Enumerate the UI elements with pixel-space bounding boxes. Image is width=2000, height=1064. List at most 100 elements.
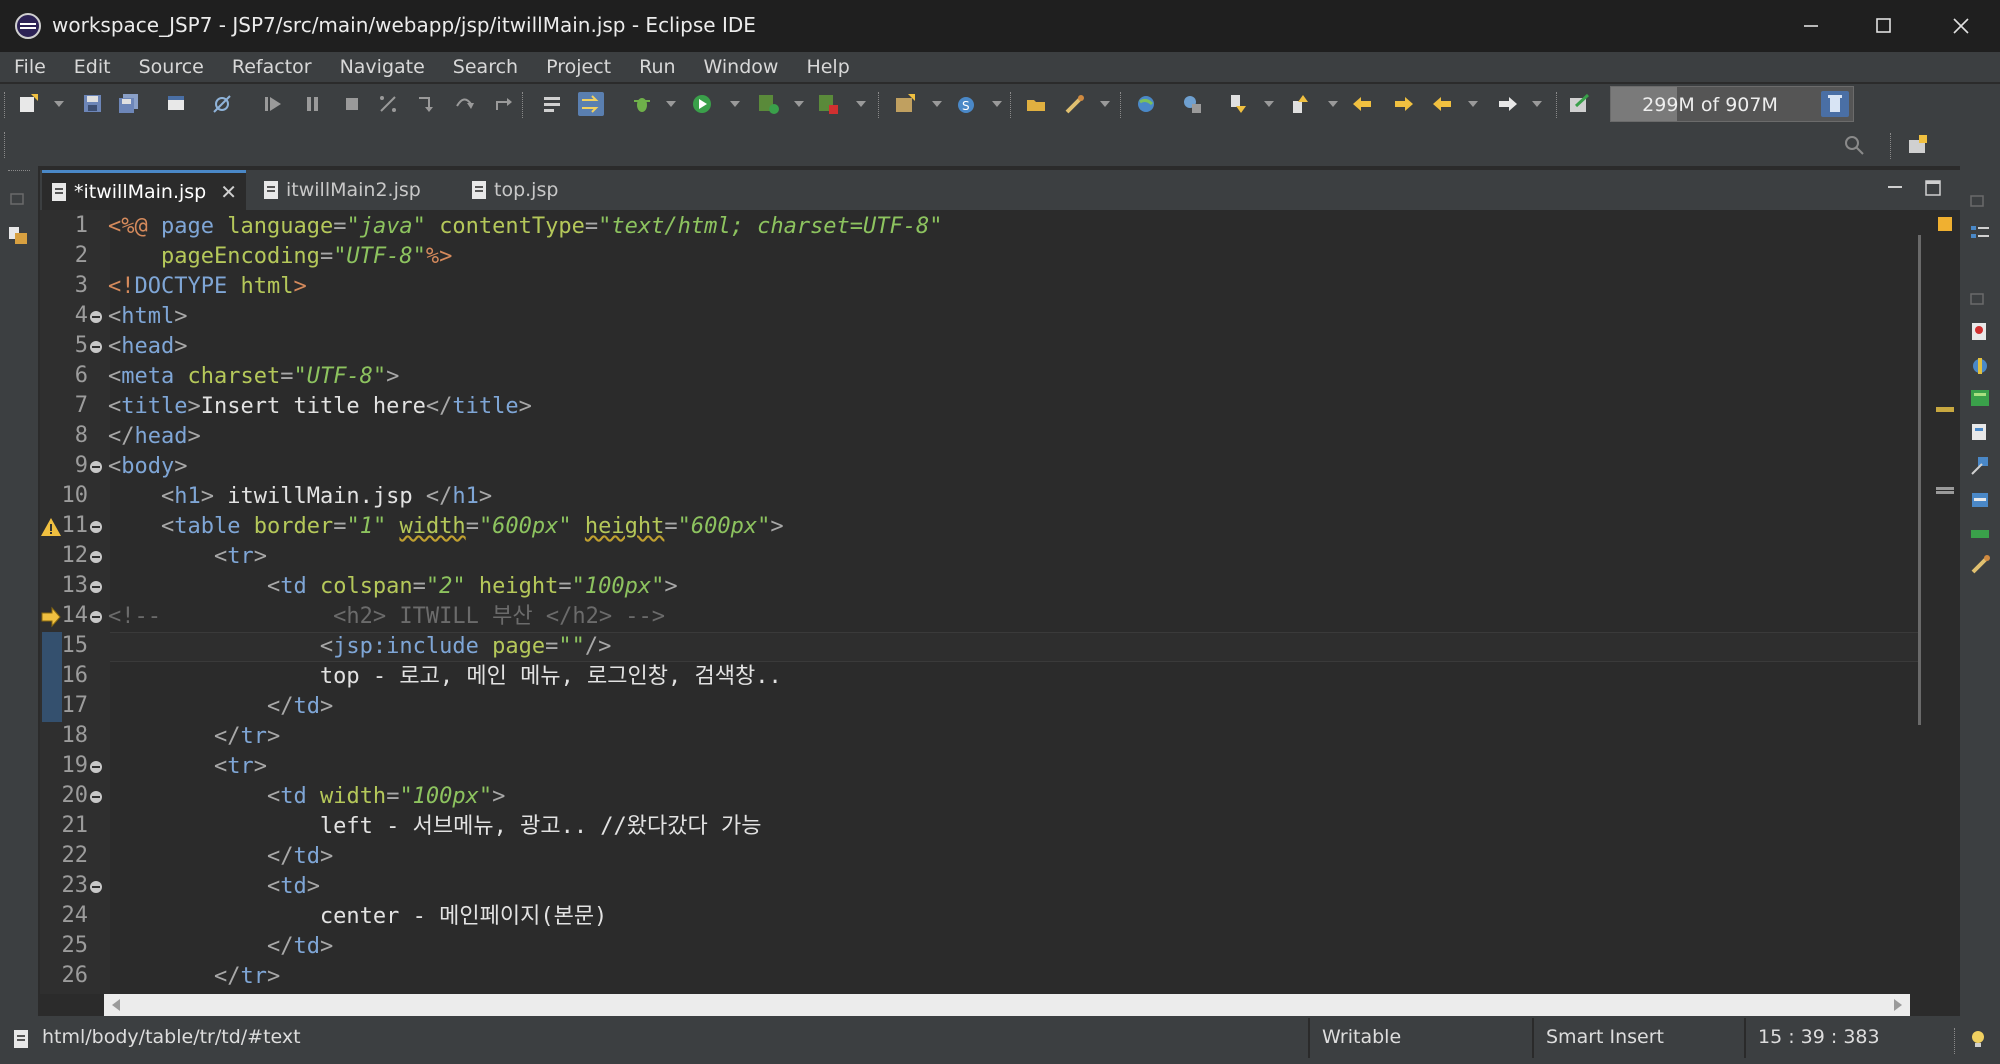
- close-icon[interactable]: [1944, 10, 1978, 42]
- resume-icon[interactable]: [260, 92, 286, 116]
- menu-source[interactable]: Source: [125, 56, 218, 78]
- code-line[interactable]: <!-- <h2> ITWILL 부산 </h2> -->: [108, 602, 665, 632]
- garbage-collect-icon[interactable]: [1821, 91, 1849, 117]
- next-annotation-icon[interactable]: [1226, 92, 1252, 116]
- code-line[interactable]: <!DOCTYPE html>: [108, 272, 307, 302]
- cursor-position[interactable]: 15 : 39 : 383: [1758, 1026, 1880, 1048]
- data-source-explorer-icon[interactable]: [1968, 420, 1994, 444]
- code-line[interactable]: <title>Insert title here</title>: [108, 392, 532, 422]
- step-into-icon[interactable]: [414, 92, 440, 116]
- back-icon[interactable]: [1350, 92, 1376, 116]
- code-line[interactable]: <h1> itwillMain.jsp </h1>: [108, 482, 492, 512]
- restore-icon[interactable]: [1966, 190, 1992, 214]
- properties-icon[interactable]: [1968, 354, 1994, 378]
- fold-toggle-icon[interactable]: [90, 311, 102, 323]
- code-line[interactable]: </head>: [108, 422, 201, 452]
- code-line[interactable]: <body>: [108, 452, 187, 482]
- code-line[interactable]: <head>: [108, 332, 187, 362]
- run-icon[interactable]: [690, 92, 716, 116]
- minimize-editor-icon[interactable]: [1882, 176, 1908, 200]
- snippets-icon[interactable]: [1968, 454, 1994, 478]
- save-icon[interactable]: [80, 92, 106, 116]
- package-explorer-icon[interactable]: [6, 224, 32, 248]
- minimized-view-restore-icon[interactable]: [6, 188, 32, 212]
- markers-icon[interactable]: [1968, 320, 1994, 344]
- fold-toggle-icon[interactable]: [90, 341, 102, 353]
- skip-breakpoints-icon[interactable]: [210, 92, 236, 116]
- menu-search[interactable]: Search: [439, 56, 532, 78]
- drop-to-frame-icon[interactable]: [540, 92, 566, 116]
- code-line[interactable]: <td>: [108, 872, 320, 902]
- occurrence-marker[interactable]: [1936, 491, 1954, 494]
- code-line[interactable]: </td>: [108, 842, 333, 872]
- code-line[interactable]: top - 로고, 메인 메뉴, 로그인창, 검색창..: [108, 662, 782, 692]
- fold-toggle-icon[interactable]: [90, 881, 102, 893]
- code-line[interactable]: <meta charset="UTF-8">: [108, 362, 399, 392]
- code-line[interactable]: <jsp:include page=""/>: [108, 632, 611, 662]
- menu-file[interactable]: File: [0, 56, 60, 78]
- code-line[interactable]: <html>: [108, 302, 187, 332]
- web-browser-icon[interactable]: [1134, 92, 1160, 116]
- code-line[interactable]: <td width="100px">: [108, 782, 505, 812]
- pin-editor-icon[interactable]: [1566, 92, 1592, 116]
- outline-icon[interactable]: [1968, 222, 1994, 246]
- code-line[interactable]: pageEncoding="UTF-8"%>: [108, 242, 452, 272]
- scroll-right-icon[interactable]: [1894, 999, 1902, 1011]
- open-type-icon[interactable]: [1024, 92, 1050, 116]
- tab-itwillmain2-jsp[interactable]: itwillMain2.jsp: [254, 170, 454, 210]
- fold-toggle-icon[interactable]: [90, 521, 102, 533]
- heap-status[interactable]: 299M of 907M: [1610, 86, 1854, 122]
- tab-top-jsp[interactable]: top.jsp: [462, 170, 622, 210]
- code-line[interactable]: </tr>: [108, 722, 280, 752]
- code-line[interactable]: <table border="1" width="600px" height="…: [108, 512, 784, 542]
- menu-edit[interactable]: Edit: [60, 56, 125, 78]
- menu-project[interactable]: Project: [532, 56, 625, 78]
- step-over-icon[interactable]: [452, 92, 478, 116]
- step-return-icon[interactable]: [490, 92, 516, 116]
- fold-toggle-icon[interactable]: [90, 761, 102, 773]
- new-package-icon[interactable]: [892, 92, 918, 116]
- forward-icon[interactable]: [1390, 92, 1416, 116]
- progress-icon[interactable]: [1968, 522, 1994, 546]
- code-line[interactable]: </tr>: [108, 962, 280, 992]
- terminate-icon[interactable]: [340, 92, 366, 116]
- new-icon[interactable]: [16, 92, 42, 116]
- vertical-scrollbar[interactable]: [1910, 215, 1926, 995]
- debug-icon[interactable]: [630, 92, 656, 116]
- fold-toggle-icon[interactable]: [90, 551, 102, 563]
- forward-history-icon[interactable]: [1494, 92, 1520, 116]
- fold-toggle-icon[interactable]: [90, 461, 102, 473]
- code-line[interactable]: center - 메인페이지(본문): [108, 902, 607, 932]
- warning-icon[interactable]: [40, 516, 62, 538]
- menu-window[interactable]: Window: [690, 56, 793, 78]
- warning-marker[interactable]: [1936, 407, 1954, 412]
- code-line[interactable]: <td colspan="2" height="100px">: [108, 572, 678, 602]
- insert-mode-status[interactable]: Smart Insert: [1546, 1026, 1664, 1048]
- tab-close-icon[interactable]: ✕: [220, 180, 237, 204]
- fold-toggle-icon[interactable]: [90, 581, 102, 593]
- scroll-left-icon[interactable]: [112, 999, 120, 1011]
- run-server-icon[interactable]: [756, 92, 782, 116]
- restore-icon-2[interactable]: [1966, 288, 1992, 312]
- disconnect-icon[interactable]: [376, 92, 402, 116]
- code-line[interactable]: <tr>: [108, 542, 267, 572]
- new-class-icon[interactable]: S: [954, 92, 980, 116]
- code-line[interactable]: <%@ page language="java" contentType="te…: [108, 212, 943, 242]
- minimize-icon[interactable]: [1794, 10, 1828, 42]
- maximize-icon[interactable]: [1866, 10, 1900, 42]
- suspend-icon[interactable]: [300, 92, 326, 116]
- fold-toggle-icon[interactable]: [90, 791, 102, 803]
- quick-access-search-icon[interactable]: [1842, 133, 1868, 157]
- menu-run[interactable]: Run: [625, 56, 689, 78]
- open-perspective-icon[interactable]: [1906, 133, 1932, 157]
- warning-summary-icon[interactable]: [1938, 217, 1952, 231]
- horizontal-scrollbar[interactable]: [104, 994, 1910, 1016]
- console-icon[interactable]: [164, 92, 190, 116]
- occurrence-marker[interactable]: [1936, 487, 1954, 490]
- menu-refactor[interactable]: Refactor: [218, 56, 326, 78]
- servers-icon[interactable]: [1968, 386, 1994, 410]
- previous-annotation-icon[interactable]: [1288, 92, 1314, 116]
- maximize-editor-icon[interactable]: [1920, 176, 1946, 200]
- code-line[interactable]: <tr>: [108, 752, 267, 782]
- vertical-scrollbar-thumb[interactable]: [1918, 235, 1921, 725]
